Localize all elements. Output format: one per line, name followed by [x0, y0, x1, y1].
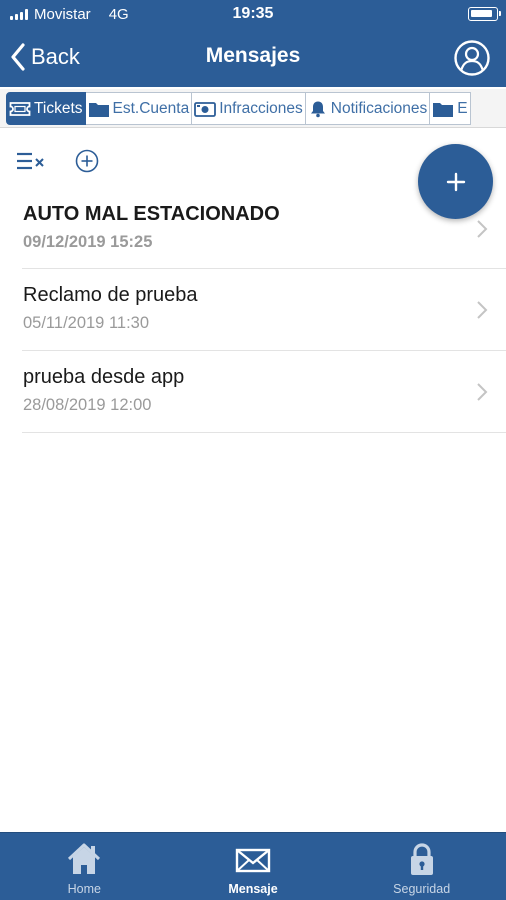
message-date: 05/11/2019 11:30 — [23, 314, 150, 332]
add-circle-icon — [75, 149, 99, 173]
tab-label: Notificaciones — [330, 99, 428, 117]
tab-label: Tickets — [34, 99, 83, 117]
camera-icon — [194, 101, 217, 117]
bottom-tab-bar: Home Mensaje Seguridad — [0, 832, 506, 900]
new-message-fab[interactable] — [418, 144, 493, 219]
tab-tickets[interactable]: Tickets — [6, 92, 86, 125]
tab-est-cuenta[interactable]: Est.Cuenta — [85, 92, 193, 125]
list-item[interactable]: prueba desde app 28/08/2019 12:00 — [22, 351, 506, 433]
message-date: 09/12/2019 15:25 — [23, 233, 153, 251]
tab-home[interactable]: Home — [0, 833, 169, 900]
status-bar: Movistar 4G 19:35 — [0, 0, 506, 30]
message-subject: AUTO MAL ESTACIONADO — [23, 203, 280, 225]
tab-notificaciones[interactable]: Notificaciones — [305, 92, 431, 125]
page-title: Mensajes — [205, 44, 301, 67]
tab-infracciones[interactable]: Infracciones — [192, 92, 306, 125]
message-date: 28/08/2019 12:00 — [23, 396, 152, 414]
tab-mensaje[interactable]: Mensaje — [169, 833, 338, 900]
navigation-bar: Movistar 4G 19:35 Back Mensajes — [0, 0, 506, 87]
chevron-right-icon — [477, 383, 488, 401]
tab-label: E — [457, 99, 468, 117]
add-button[interactable] — [75, 149, 99, 173]
user-circle-icon — [454, 40, 490, 76]
tab-label: Home — [67, 882, 101, 896]
status-time: 19:35 — [232, 5, 274, 22]
message-subject: Reclamo de prueba — [23, 284, 198, 306]
bell-icon — [310, 101, 325, 117]
chevron-right-icon — [477, 220, 488, 238]
ticket-icon — [9, 101, 31, 116]
message-subject: prueba desde app — [23, 366, 185, 388]
chevron-right-icon — [477, 301, 488, 319]
battery-icon — [468, 7, 501, 21]
envelope-icon — [235, 848, 271, 873]
list-item[interactable]: Reclamo de prueba 05/11/2019 11:30 — [22, 269, 506, 351]
message-list: AUTO MAL ESTACIONADO 09/12/2019 15:25 Re… — [0, 188, 506, 433]
folder-icon — [433, 102, 454, 117]
lock-icon — [410, 843, 433, 875]
tab-more[interactable]: E — [430, 92, 471, 125]
tab-label: Mensaje — [228, 882, 278, 896]
clear-list-button[interactable] — [16, 150, 46, 172]
plus-icon — [418, 144, 493, 219]
tab-label: Est.Cuenta — [112, 99, 190, 117]
folder-icon — [88, 102, 109, 117]
tab-label: Seguridad — [393, 882, 451, 896]
clear-list-icon — [17, 152, 44, 170]
home-icon — [68, 843, 101, 874]
category-tabs: Tickets Est.Cuenta Infracciones Notifica… — [0, 89, 506, 128]
tab-seguridad[interactable]: Seguridad — [337, 833, 506, 900]
profile-button[interactable] — [454, 40, 490, 76]
tab-label: Infracciones — [219, 99, 303, 117]
